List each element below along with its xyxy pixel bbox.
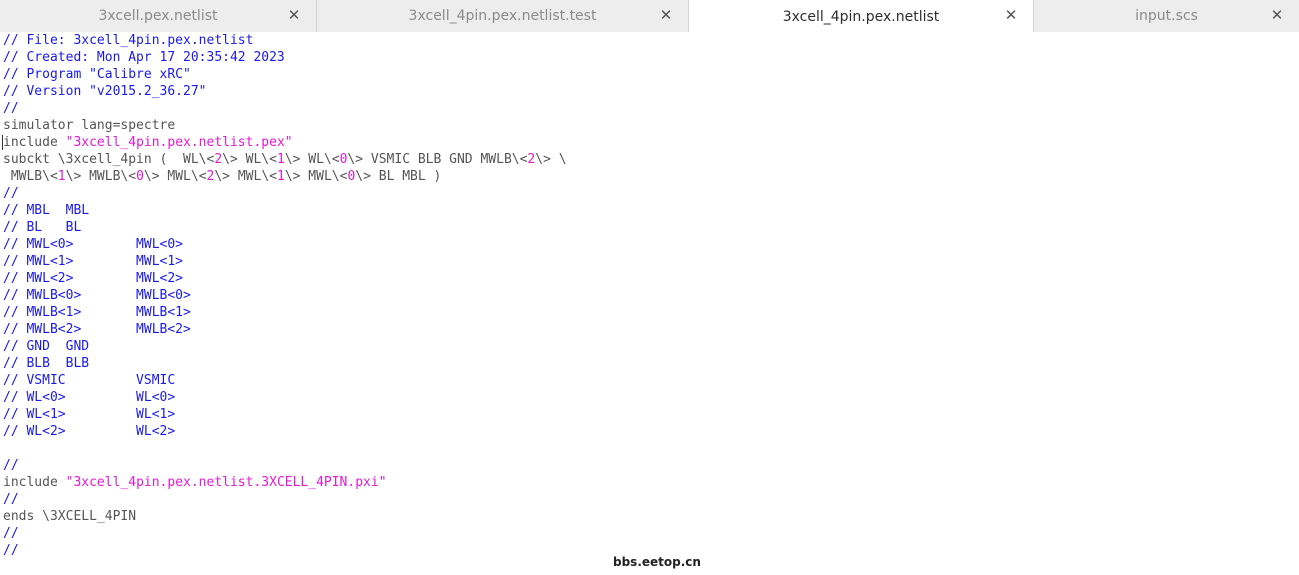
tab-label: input.scs: [1135, 8, 1198, 24]
code-token-comment: // MWLB<0> MWLB<0>: [3, 288, 191, 303]
code-line[interactable]: // WL<1> WL<1>: [3, 406, 567, 423]
code-token-plain: \> MWLB\<: [65, 169, 137, 184]
code-line[interactable]: include "3xcell_4pin.pex.netlist.pex": [3, 134, 567, 151]
code-line[interactable]: // GND GND: [3, 338, 567, 355]
code-line[interactable]: subckt \3xcell_4pin ( WL\<2\> WL\<1\> WL…: [3, 151, 567, 168]
code-line[interactable]: //: [3, 457, 567, 474]
code-line[interactable]: // Created: Mon Apr 17 20:35:42 2023: [3, 49, 567, 66]
code-line[interactable]: // MWL<0> MWL<0>: [3, 236, 567, 253]
code-token-comment: // Version "v2015.2_36.27": [3, 84, 207, 99]
code-token-plain: \> WL\<: [222, 152, 277, 167]
code-line[interactable]: // Version "v2015.2_36.27": [3, 83, 567, 100]
code-editor[interactable]: // File: 3xcell_4pin.pex.netlist // Creat…: [0, 32, 1299, 575]
code-token-plain: \> WL\<: [284, 152, 340, 167]
code-line[interactable]: ends \3XCELL_4PIN: [3, 508, 567, 525]
code-token-number: 1: [276, 152, 285, 167]
code-line[interactable]: MWLB\<1\> MWLB\<0\> MWL\<2\> MWL\<1\> MW…: [3, 168, 567, 185]
code-token-comment: // MBL MBL: [3, 203, 90, 218]
code-token-comment: //: [3, 458, 19, 473]
code-token-comment: // Created: Mon Apr 17 20:35:42 2023: [3, 50, 285, 65]
code-token-plain: MWLB\<: [3, 169, 58, 184]
code-token-string: "3xcell_4pin.pex.netlist.3XCELL_4PIN.pxi…: [65, 475, 387, 490]
code-token-plain: \> VSMIC BLB GND MWLB\<: [347, 152, 528, 167]
code-token-plain: ends \3XCELL_4PIN: [3, 509, 137, 524]
code-line[interactable]: // MWLB<0> MWLB<0>: [3, 287, 567, 304]
code-token-number: 0: [136, 169, 144, 184]
code-token-plain: simulator lang=spectre: [3, 118, 176, 133]
tab-input-scs[interactable]: input.scs ✕: [1034, 0, 1299, 32]
code-line[interactable]: // File: 3xcell_4pin.pex.netlist: [3, 32, 567, 49]
code-line[interactable]: //: [3, 185, 567, 202]
code-line[interactable]: //: [3, 542, 567, 559]
close-icon[interactable]: ✕: [1269, 7, 1285, 23]
code-line[interactable]: simulator lang=spectre: [3, 117, 567, 134]
text-cursor: [2, 135, 3, 150]
code-token-comment: // WL<1> WL<1>: [3, 407, 176, 422]
code-line[interactable]: // MWLB<2> MWLB<2>: [3, 321, 567, 338]
code-line[interactable]: [3, 440, 567, 457]
code-token-plain: \> \: [535, 152, 567, 167]
code-line[interactable]: // Program "Calibre xRC": [3, 66, 567, 83]
code-token-plain: subckt \3xcell_4pin ( WL\<: [3, 152, 215, 167]
tab-label: 3xcell_4pin.pex.netlist: [782, 8, 940, 25]
code-token-comment: // MWL<1> MWL<1>: [3, 254, 184, 269]
code-token-number: 1: [57, 169, 66, 184]
code-token-comment: // File: 3xcell_4pin.pex.netlist: [3, 33, 254, 48]
code-token-comment: // MWLB<2> MWLB<2>: [3, 322, 191, 337]
code-token-comment: // BL BL: [3, 220, 82, 235]
code-token-comment: // MWL<0> MWL<0>: [3, 237, 184, 252]
code-token-comment: //: [3, 526, 19, 541]
tab-label: 3xcell.pex.netlist: [98, 8, 218, 24]
code-line[interactable]: // MWL<2> MWL<2>: [3, 270, 567, 287]
code-token-comment: //: [3, 186, 19, 201]
code-line[interactable]: // MWL<1> MWL<1>: [3, 253, 567, 270]
code-token-comment: // BLB BLB: [3, 356, 90, 371]
code-line[interactable]: //: [3, 525, 567, 542]
code-line[interactable]: // MBL MBL: [3, 202, 567, 219]
tab-3xcell-4pin-pex-netlist-test[interactable]: 3xcell_4pin.pex.netlist.test ✕: [317, 0, 689, 32]
code-line[interactable]: // BLB BLB: [3, 355, 567, 372]
code-token-plain: \> BL MBL ): [355, 169, 442, 184]
code-token-plain: \> MWL\<: [143, 169, 207, 184]
tab-bar: 3xcell.pex.netlist ✕ 3xcell_4pin.pex.net…: [0, 0, 1299, 33]
code-line[interactable]: // WL<2> WL<2>: [3, 423, 567, 440]
code-line[interactable]: //: [3, 100, 567, 117]
code-token-number: 2: [214, 152, 223, 167]
code-token-comment: //: [3, 492, 19, 507]
watermark: bbs.eetop.cn: [613, 555, 701, 569]
code-token-comment: // GND GND: [3, 339, 90, 354]
code-token-comment: // MWL<2> MWL<2>: [3, 271, 184, 286]
code-token-plain: \> MWL\<: [284, 169, 348, 184]
code-token-number: 1: [276, 169, 285, 184]
code-line[interactable]: // BL BL: [3, 219, 567, 236]
code-token-comment: // WL<2> WL<2>: [3, 424, 176, 439]
code-line[interactable]: //: [3, 491, 567, 508]
code-token-plain: include: [3, 135, 66, 150]
code-token-comment: //: [3, 101, 19, 116]
code-token-plain: \> MWL\<: [214, 169, 277, 184]
code-token-plain: include: [3, 475, 66, 490]
code-token-comment: // VSMIC VSMIC: [3, 373, 176, 388]
code-token-comment: //: [3, 543, 19, 558]
code-token-comment: // WL<0> WL<0>: [3, 390, 176, 405]
code-token-comment: // Program "Calibre xRC": [3, 67, 191, 82]
close-icon[interactable]: ✕: [1003, 7, 1019, 23]
code-line[interactable]: // WL<0> WL<0>: [3, 389, 567, 406]
code-line[interactable]: // VSMIC VSMIC: [3, 372, 567, 389]
tab-3xcell-4pin-pex-netlist[interactable]: 3xcell_4pin.pex.netlist ✕: [689, 0, 1034, 33]
code-token-string: "3xcell_4pin.pex.netlist.pex": [65, 135, 293, 150]
tab-label: 3xcell_4pin.pex.netlist.test: [408, 8, 597, 24]
code-token-comment: // MWLB<1> MWLB<1>: [3, 305, 191, 320]
close-icon[interactable]: ✕: [286, 7, 302, 23]
code-line[interactable]: // MWLB<1> MWLB<1>: [3, 304, 567, 321]
code-text-area[interactable]: // File: 3xcell_4pin.pex.netlist // Creat…: [3, 32, 567, 559]
close-icon[interactable]: ✕: [658, 7, 674, 23]
tab-3xcell-pex-netlist[interactable]: 3xcell.pex.netlist ✕: [0, 0, 317, 32]
code-line[interactable]: include "3xcell_4pin.pex.netlist.3XCELL_…: [3, 474, 567, 491]
